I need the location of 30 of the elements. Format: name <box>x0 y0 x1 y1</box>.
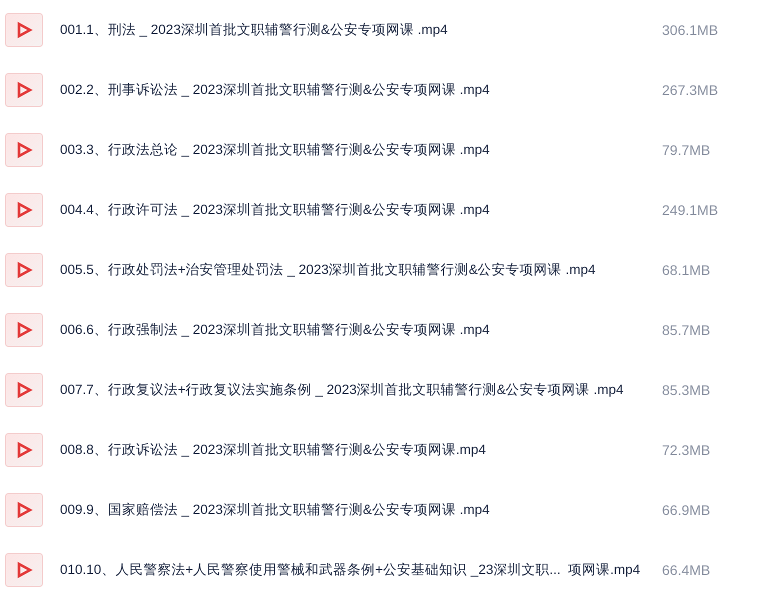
file-size: 79.7MB <box>662 141 712 160</box>
file-size: 306.1MB <box>662 21 720 40</box>
file-size: 68.1MB <box>662 261 712 280</box>
file-size: 249.1MB <box>662 201 720 220</box>
file-size: 66.9MB <box>662 501 712 520</box>
video-file-icon <box>5 193 43 227</box>
file-name[interactable]: 006.6、行政强制法 _ 2023深圳首批文职辅警行测&公安专项网课 .mp4 <box>60 313 645 347</box>
file-name[interactable]: 010.10、人民警察法+人民警察使用警械和武器条例+公安基础知识 _23深圳文职... 项网课.mp4 <box>60 553 645 587</box>
file-size: 66.4MB <box>662 561 712 580</box>
file-name[interactable]: 009.9、国家赔偿法 _ 2023深圳首批文职辅警行测&公安专项网课 .mp4 <box>60 493 645 527</box>
file-name[interactable]: 007.7、行政复议法+行政复议法实施条例 _ 2023深圳首批文职辅警行测&公安专项网课 .mp4 <box>60 373 645 407</box>
video-file-icon <box>5 73 43 107</box>
video-file-icon <box>5 493 43 527</box>
file-name[interactable]: 003.3、行政法总论 _ 2023深圳首批文职辅警行测&公安专项网课 .mp4 <box>60 133 645 167</box>
file-size: 85.3MB <box>662 381 712 400</box>
video-file-icon <box>5 253 43 287</box>
file-size: 267.3MB <box>662 81 720 100</box>
file-name[interactable]: 008.8、行政诉讼法 _ 2023深圳首批文职辅警行测&公安专项网课.mp4 <box>60 433 645 467</box>
file-name[interactable]: 005.5、行政处罚法+治安管理处罚法 _ 2023深圳首批文职辅警行测&公安专项网课 .mp4 <box>60 253 645 287</box>
video-file-icon <box>5 553 43 587</box>
video-file-icon <box>5 13 43 47</box>
file-name[interactable]: 002.2、刑事诉讼法 _ 2023深圳首批文职辅警行测&公安专项网课 .mp4 <box>60 73 645 107</box>
file-name[interactable]: 001.1、刑法 _ 2023深圳首批文职辅警行测&公安专项网课 .mp4 <box>60 13 645 47</box>
video-file-icon <box>5 373 43 407</box>
file-size: 85.7MB <box>662 321 712 340</box>
file-size: 72.3MB <box>662 441 712 460</box>
video-file-icon <box>5 433 43 467</box>
video-file-icon <box>5 133 43 167</box>
video-file-icon <box>5 313 43 347</box>
file-name[interactable]: 004.4、行政许可法 _ 2023深圳首批文职辅警行测&公安专项网课 .mp4 <box>60 193 645 227</box>
